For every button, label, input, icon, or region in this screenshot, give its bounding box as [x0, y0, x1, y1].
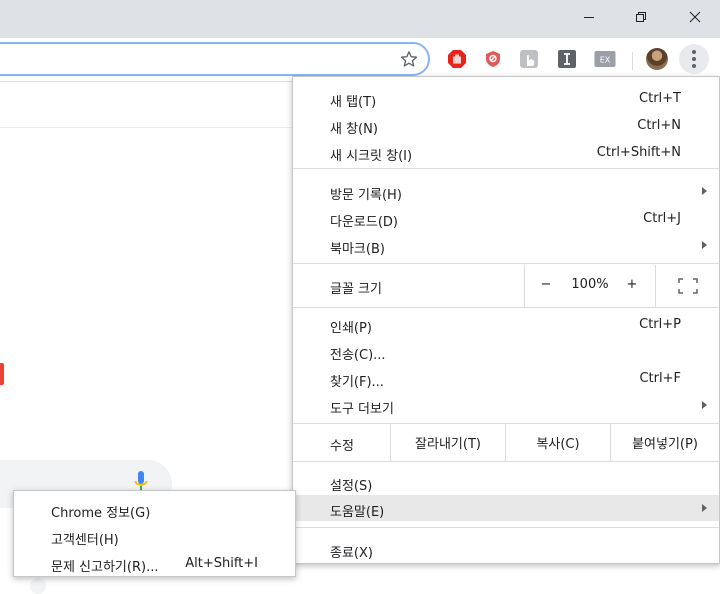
submenu-item-shortcut: Alt+Shift+I — [185, 556, 258, 571]
submenu-item-about-chrome[interactable]: Chrome 정보(G) — [14, 496, 295, 522]
zoom-controls: − 100% + — [524, 265, 655, 307]
cut-label: 잘라내기(T) — [415, 436, 481, 452]
menu-item-label: 새 시크릿 창(I) — [330, 149, 413, 164]
menu-item-label: 새 창(N) — [330, 122, 378, 137]
zoom-label: 글꼴 크기 — [330, 282, 382, 297]
ex-extension-icon: EX — [594, 51, 616, 67]
menu-dot-icon — [692, 50, 696, 54]
zoom-in-button[interactable]: + — [622, 277, 642, 292]
menu-item-label: 종료(X) — [330, 546, 373, 561]
star-icon — [400, 51, 418, 67]
ext-hand[interactable] — [518, 48, 540, 70]
restore-icon — [636, 12, 646, 22]
menu-separator — [293, 307, 719, 308]
shield-extension-icon — [486, 51, 500, 67]
menu-item-shortcut: Ctrl+P — [639, 317, 681, 332]
submenu-item-report-issue[interactable]: 문제 신고하기(R)... Alt+Shift+I — [14, 550, 295, 576]
ext-ex[interactable]: EX — [594, 48, 616, 70]
menu-item-shortcut: Ctrl+Shift+N — [596, 145, 681, 160]
hand-cursor-extension-icon — [520, 50, 538, 68]
submenu-item-help-center[interactable]: 고객센터(H) — [14, 523, 295, 549]
menu-item-shortcut: Ctrl+N — [637, 118, 681, 133]
menu-item-settings[interactable]: 설정(S) — [293, 469, 719, 495]
menu-item-label: 찾기(F)... — [330, 375, 384, 390]
menu-item-label: 인쇄(P) — [330, 321, 372, 336]
menu-item-bookmarks[interactable]: 북마크(B) — [293, 232, 719, 258]
fullscreen-icon — [678, 278, 698, 294]
menu-separator — [293, 263, 719, 264]
menu-edit-row: 수정 잘라내기(T) 복사(C) 붙여넣기(P) — [293, 423, 719, 461]
menu-item-label: 다운로드(D) — [330, 215, 398, 230]
close-window-button[interactable] — [672, 0, 718, 34]
menu-item-label: 전송(C)... — [330, 348, 386, 363]
minimize-icon — [584, 17, 594, 18]
submenu-item-label: Chrome 정보(G) — [51, 506, 151, 521]
submenu-item-label: 문제 신고하기(R)... — [51, 560, 159, 575]
title-bar — [0, 0, 720, 38]
menu-item-label: 설정(S) — [330, 479, 373, 494]
page-divider — [0, 127, 292, 128]
menu-item-label: 북마크(B) — [330, 242, 385, 257]
menu-item-label: 새 탭(T) — [330, 95, 377, 110]
menu-dot-icon — [692, 57, 696, 61]
menu-item-history[interactable]: 방문 기록(H) — [293, 178, 719, 204]
menu-item-more-tools[interactable]: 도구 더보기 — [293, 392, 719, 418]
ext-shield[interactable] — [482, 48, 504, 70]
close-icon — [689, 11, 701, 23]
ext-adblock[interactable] — [446, 48, 468, 70]
submenu-arrow-icon — [702, 241, 707, 249]
cut-button[interactable]: 잘라내기(T) — [390, 423, 505, 461]
submenu-arrow-icon — [702, 401, 707, 409]
menu-item-label: 방문 기록(H) — [330, 188, 402, 203]
menu-item-help[interactable]: 도움말(E) — [293, 495, 719, 521]
menu-item-shortcut: Ctrl+F — [639, 371, 681, 386]
menu-item-find[interactable]: 찾기(F)... Ctrl+F — [293, 365, 719, 391]
menu-item-exit[interactable]: 종료(X) — [293, 536, 719, 562]
menu-item-shortcut: Ctrl+T — [639, 91, 681, 106]
toolbar-divider — [632, 52, 633, 70]
text-i-extension-icon — [558, 50, 576, 68]
bookmark-star-button[interactable] — [400, 50, 418, 72]
menu-dot-icon — [692, 64, 696, 68]
menu-item-print[interactable]: 인쇄(P) Ctrl+P — [293, 311, 719, 337]
zoom-level: 100% — [571, 277, 609, 292]
menu-separator — [293, 527, 719, 528]
page-shortcut-tile[interactable] — [30, 578, 46, 594]
menu-item-label: 도구 더보기 — [330, 402, 394, 417]
menu-item-shortcut: Ctrl+J — [643, 211, 681, 226]
zoom-out-button[interactable]: − — [536, 277, 556, 292]
menu-item-label: 도움말(E) — [330, 505, 385, 520]
menu-item-new-tab[interactable]: 새 탭(T) Ctrl+T — [293, 85, 719, 111]
menu-item-new-incognito-window[interactable]: 새 시크릿 창(I) Ctrl+Shift+N — [293, 139, 719, 165]
copy-button[interactable]: 복사(C) — [505, 423, 610, 461]
svg-text:EX: EX — [600, 56, 611, 65]
paste-label: 붙여넣기(P) — [632, 436, 698, 452]
menu-separator — [293, 461, 719, 462]
help-submenu: Chrome 정보(G) 고객센터(H) 문제 신고하기(R)... Alt+S… — [13, 490, 296, 577]
profile-avatar[interactable] — [646, 48, 668, 70]
minimize-button[interactable] — [566, 0, 612, 34]
copy-label: 복사(C) — [536, 436, 580, 452]
fullscreen-button[interactable] — [655, 265, 719, 307]
chrome-main-menu: 새 탭(T) Ctrl+T 새 창(N) Ctrl+N 새 시크릿 창(I) C… — [292, 76, 720, 564]
restore-button[interactable] — [618, 0, 664, 34]
menu-separator — [293, 168, 719, 169]
menu-item-downloads[interactable]: 다운로드(D) Ctrl+J — [293, 205, 719, 231]
chrome-menu-button[interactable] — [679, 44, 709, 74]
submenu-arrow-icon — [702, 504, 707, 512]
menu-item-cast[interactable]: 전송(C)... — [293, 338, 719, 364]
address-bar[interactable] — [0, 42, 430, 76]
adblock-stop-icon — [448, 50, 466, 68]
edit-label: 수정 — [330, 439, 354, 454]
menu-item-new-window[interactable]: 새 창(N) Ctrl+N — [293, 112, 719, 138]
ext-text-i[interactable] — [556, 48, 578, 70]
submenu-arrow-icon — [702, 187, 707, 195]
page-logo-fragment — [0, 363, 4, 385]
paste-button[interactable]: 붙여넣기(P) — [610, 423, 719, 461]
menu-zoom-row: 글꼴 크기 − 100% + — [293, 265, 719, 307]
submenu-item-label: 고객센터(H) — [51, 533, 119, 548]
